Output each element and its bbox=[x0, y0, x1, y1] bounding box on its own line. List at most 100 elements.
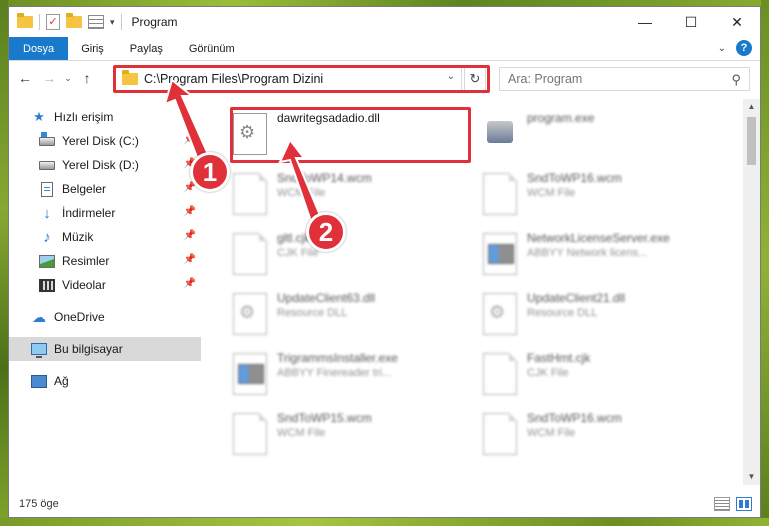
file-icon bbox=[483, 173, 517, 215]
search-box[interactable]: ⚲ bbox=[499, 67, 750, 91]
file-name: SndToWP16.wcm bbox=[527, 411, 622, 425]
divider bbox=[39, 14, 40, 30]
tab-giris[interactable]: Giriş bbox=[68, 37, 117, 60]
file-name: UpdateClient21.dll bbox=[527, 291, 626, 305]
file-type: WCM File bbox=[277, 427, 326, 439]
item-count: 175 öge bbox=[19, 498, 59, 510]
sidebar-item-label: Resimler bbox=[62, 254, 110, 268]
file-item[interactable]: SndToWP16.wcm WCM File bbox=[483, 165, 723, 221]
sidebar-item-label: Bu bilgisayar bbox=[54, 342, 123, 356]
pin-icon[interactable]: 📌 bbox=[184, 206, 196, 217]
sidebar-item-label: Belgeler bbox=[62, 182, 107, 196]
file-icon bbox=[233, 233, 267, 275]
vertical-scrollbar[interactable]: ▲ ▼ bbox=[743, 99, 760, 485]
sidebar-item-onedrive[interactable]: ☁ OneDrive bbox=[9, 305, 201, 329]
file-type: WCM File bbox=[527, 187, 576, 199]
sidebar-item-label: OneDrive bbox=[54, 310, 105, 324]
properties-check-icon[interactable]: ✓ bbox=[46, 14, 60, 30]
file-item[interactable]: SndToWP16.wcm WCM File bbox=[483, 405, 723, 461]
navigation-bar: ← → ⌄ ↑ C:\Program Files\Program Dizini … bbox=[9, 63, 760, 93]
exe-file-icon bbox=[483, 113, 517, 155]
search-input[interactable] bbox=[508, 72, 708, 86]
file-icon bbox=[483, 413, 517, 455]
search-icon[interactable]: ⚲ bbox=[731, 72, 741, 88]
sidebar-item-this-pc[interactable]: Bu bilgisayar bbox=[9, 337, 201, 361]
close-button[interactable]: ✕ bbox=[714, 7, 760, 37]
sidebar-item-label: Ağ bbox=[54, 374, 69, 388]
download-icon: ↓ bbox=[43, 204, 51, 222]
sidebar-item-label: Hızlı erişim bbox=[54, 110, 114, 124]
sidebar-item-pictures[interactable]: Resimler 📌 bbox=[9, 249, 201, 273]
sidebar-item-videos[interactable]: Videolar 📌 bbox=[9, 273, 201, 297]
scrollbar-thumb[interactable] bbox=[747, 117, 756, 165]
drive-icon bbox=[39, 160, 55, 170]
pin-icon[interactable]: 📌 bbox=[184, 230, 196, 241]
maximize-button[interactable]: ☐ bbox=[668, 7, 714, 37]
annotation-highlight-box bbox=[113, 65, 490, 93]
sidebar-item-label: Müzik bbox=[62, 230, 94, 244]
file-name: UpdateClient63.dll bbox=[277, 291, 376, 305]
sidebar-item-disk-c[interactable]: Yerel Disk (C:) 📌 bbox=[9, 129, 201, 153]
annotation-marker-1: 1 bbox=[190, 152, 230, 192]
minimize-button[interactable]: — bbox=[622, 7, 668, 37]
chevron-down-icon[interactable]: ⌄ bbox=[718, 43, 726, 54]
file-item[interactable]: SndToWP14.wcm WCM File bbox=[233, 165, 473, 221]
pin-icon[interactable]: 📌 bbox=[184, 134, 196, 145]
app-file-icon bbox=[233, 353, 267, 395]
forward-arrow-icon[interactable]: → bbox=[37, 70, 61, 86]
folder-icon bbox=[17, 13, 33, 28]
large-icons-view-icon[interactable] bbox=[736, 497, 752, 511]
recent-locations-icon[interactable]: ⌄ bbox=[61, 73, 75, 84]
scroll-up-icon[interactable]: ▲ bbox=[743, 99, 760, 115]
sidebar-item-disk-d[interactable]: Yerel Disk (D:) 📌 bbox=[9, 153, 201, 177]
cloud-icon: ☁ bbox=[32, 308, 46, 325]
file-type: Resource DLL bbox=[527, 307, 598, 319]
pin-icon[interactable]: 📌 bbox=[184, 278, 196, 289]
help-icon[interactable]: ? bbox=[736, 40, 752, 56]
sidebar-item-downloads[interactable]: ↓ İndirmeler 📌 bbox=[9, 201, 201, 225]
annotation-marker-2: 2 bbox=[306, 212, 346, 252]
up-arrow-icon[interactable]: ↑ bbox=[75, 70, 99, 86]
scroll-down-icon[interactable]: ▼ bbox=[743, 469, 760, 485]
sidebar-item-network[interactable]: Ağ bbox=[9, 369, 201, 393]
tab-gorunum[interactable]: Görünüm bbox=[176, 37, 248, 60]
window-controls: — ☐ ✕ bbox=[622, 7, 760, 37]
new-folder-icon[interactable] bbox=[66, 13, 82, 28]
customize-toolbar-icon[interactable]: ▾ bbox=[110, 17, 115, 28]
status-bar: 175 öge bbox=[9, 491, 760, 517]
video-icon bbox=[39, 278, 55, 292]
file-type: CJK File bbox=[277, 247, 319, 259]
gear-file-icon bbox=[483, 293, 517, 335]
file-item[interactable]: FastHmt.cjk CJK File bbox=[483, 345, 723, 401]
divider bbox=[120, 14, 122, 30]
sidebar-item-music[interactable]: ♪ Müzik 📌 bbox=[9, 225, 201, 249]
file-item[interactable]: UpdateClient21.dll Resource DLL bbox=[483, 285, 723, 341]
sidebar-item-quick-access[interactable]: ★ Hızlı erişim bbox=[9, 105, 201, 129]
file-icon bbox=[483, 353, 517, 395]
properties-icon[interactable] bbox=[88, 15, 104, 29]
file-item[interactable]: TrigrammsInstaller.exe ABBYY Finereader t… bbox=[233, 345, 473, 401]
file-item[interactable]: NetworkLicenseServer.exe ABBYY Network li… bbox=[483, 225, 723, 281]
details-view-icon[interactable] bbox=[714, 497, 730, 511]
tab-paylas[interactable]: Paylaş bbox=[117, 37, 176, 60]
pin-icon[interactable]: 📌 bbox=[184, 254, 196, 265]
file-icon bbox=[233, 413, 267, 455]
file-item[interactable]: program.exe bbox=[483, 105, 723, 161]
title-bar: ✓ ▾ Program — ☐ ✕ bbox=[9, 7, 760, 37]
file-type: ABBYY Finereader tri... bbox=[277, 367, 392, 379]
file-name: SndToWP15.wcm bbox=[277, 411, 372, 425]
file-item[interactable]: SndToWP15.wcm WCM File bbox=[233, 405, 473, 461]
file-name: NetworkLicenseServer.exe bbox=[527, 231, 670, 245]
back-arrow-icon[interactable]: ← bbox=[13, 70, 37, 86]
document-icon bbox=[41, 181, 53, 197]
file-item[interactable]: gltl.cjk CJK File bbox=[233, 225, 473, 281]
sidebar-item-documents[interactable]: Belgeler 📌 bbox=[9, 177, 201, 201]
file-type: CJK File bbox=[527, 367, 569, 379]
file-type: Resource DLL bbox=[277, 307, 348, 319]
file-item[interactable]: UpdateClient63.dll Resource DLL bbox=[233, 285, 473, 341]
file-name: SndToWP14.wcm bbox=[277, 171, 372, 185]
star-icon: ★ bbox=[33, 109, 45, 124]
file-name: program.exe bbox=[527, 111, 595, 125]
tab-dosya[interactable]: Dosya bbox=[9, 37, 69, 60]
file-list: dawritegsadadio.dll program.exe SndToWP1… bbox=[209, 99, 747, 479]
